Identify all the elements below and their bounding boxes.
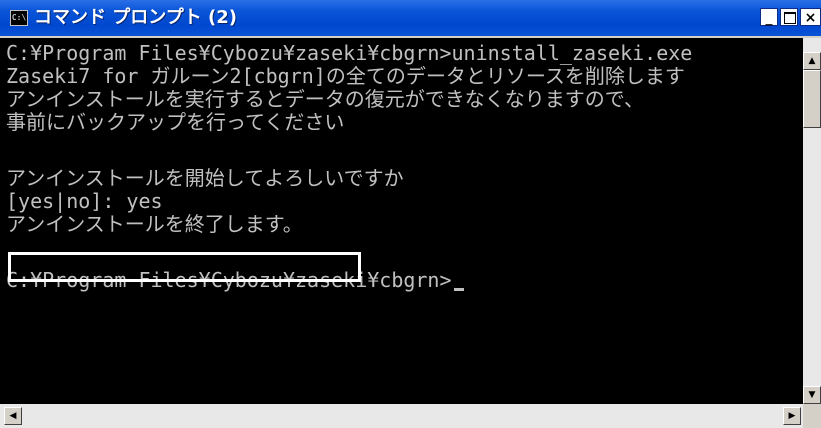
console-output[interactable]: C:¥Program Files¥Cybozu¥zaseki¥cbgrn>uni…	[0, 38, 803, 404]
command-prompt-window: C:\ コマンド プロンプト (2) _ × C:¥Program Files¥…	[0, 0, 821, 428]
scroll-left-button[interactable]: ◀	[4, 407, 22, 425]
title-bar[interactable]: C:\ コマンド プロンプト (2) _ ×	[0, 0, 821, 36]
vertical-scrollbar[interactable]: ▲ ▼	[803, 38, 821, 404]
console-line: アンインストールを終了します。	[6, 212, 303, 236]
console-line: Zaseki7 for ガルーン2[cbgrn]の全てのデータとリソースを削除し…	[6, 64, 685, 88]
console-line: アンインストールを実行するとデータの復元ができなくなりますので、	[6, 87, 644, 111]
highlight-box	[8, 252, 361, 282]
vertical-scroll-thumb[interactable]	[803, 70, 821, 128]
maximize-icon	[784, 12, 796, 24]
scroll-right-button[interactable]: ▶	[783, 407, 801, 425]
scroll-up-button[interactable]: ▲	[803, 52, 821, 70]
console-line: アンインストールを開始してよろしいですか	[6, 166, 404, 190]
console-icon[interactable]: C:\	[10, 10, 28, 26]
scroll-down-button[interactable]: ▼	[803, 386, 821, 404]
console-line: [yes|no]: yes	[6, 189, 163, 213]
close-button[interactable]: ×	[800, 8, 821, 26]
console-line: 事前にバックアップを行ってください	[6, 110, 345, 134]
horizontal-scrollbar[interactable]: ◀ ▶	[0, 404, 803, 428]
maximize-button[interactable]	[780, 8, 798, 26]
console-line: C:¥Program Files¥Cybozu¥zaseki¥cbgrn>uni…	[6, 41, 693, 65]
size-grip[interactable]	[803, 404, 821, 428]
window-title: コマンド プロンプト (2)	[34, 7, 237, 28]
minimize-button[interactable]: _	[760, 8, 778, 26]
text-cursor	[453, 288, 464, 291]
